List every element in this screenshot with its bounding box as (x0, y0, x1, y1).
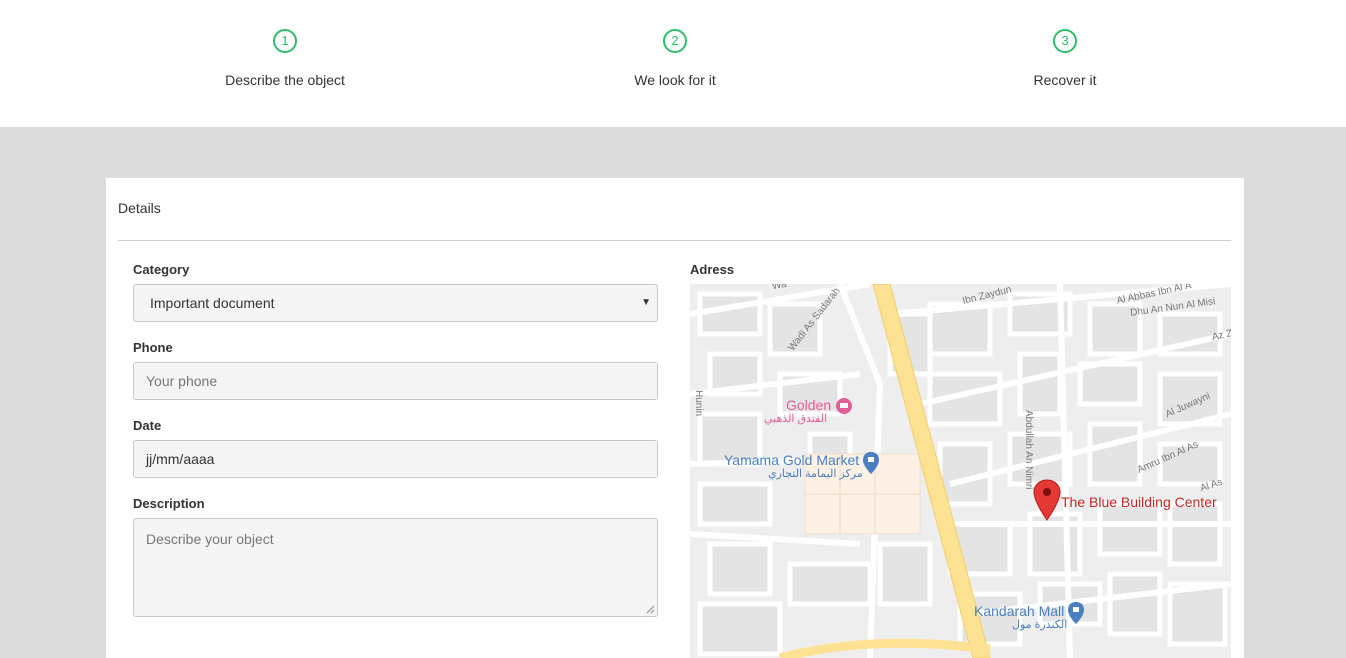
description-placeholder: Describe your object (146, 531, 274, 547)
category-label: Category (133, 262, 190, 277)
step-3-label: Recover it (1033, 72, 1097, 88)
step-1: 1 Describe the object (185, 29, 385, 88)
address-map[interactable]: Golden الفندق الذهبي Yamama Gold Market … (690, 284, 1231, 658)
date-value: jj/mm/aaaa (146, 451, 215, 467)
resize-grip-icon[interactable] (646, 605, 655, 614)
step-1-number: 1 (273, 29, 297, 53)
details-title: Details (118, 200, 161, 216)
steps-header: 1 Describe the object 2 We look for it 3… (0, 0, 1346, 127)
date-label: Date (133, 418, 162, 433)
poi-kandarah-ar: الكندرة مول (1012, 619, 1068, 631)
description-textarea[interactable]: Describe your object (133, 518, 658, 617)
category-select[interactable]: Important document ▼ (133, 284, 658, 322)
address-label: Adress (690, 262, 735, 277)
step-1-label: Describe the object (225, 72, 345, 88)
step-2: 2 We look for it (575, 29, 775, 88)
poi-yamama-ar: مركز اليمامة التجاري (768, 468, 863, 480)
street-abdullah: Abdullah An Nimri (1023, 410, 1034, 490)
phone-placeholder: Your phone (146, 373, 218, 389)
details-divider (118, 240, 1231, 241)
step-2-number: 2 (663, 29, 687, 53)
phone-input[interactable]: Your phone (133, 362, 658, 400)
poi-kandarah[interactable]: Kandarah Mall (974, 603, 1064, 619)
marker-label[interactable]: The Blue Building Center (1061, 494, 1217, 510)
street-hunin: Hunin (693, 390, 704, 417)
poi-golden[interactable]: Golden (786, 397, 831, 413)
date-input[interactable]: jj/mm/aaaa (133, 440, 658, 478)
step-2-label: We look for it (634, 72, 716, 88)
poi-golden-ar: الفندق الذهبي (764, 413, 828, 425)
category-selected-value: Important document (150, 295, 275, 311)
golden-hotel-icon (836, 398, 852, 414)
details-card: Details Category Important document ▼ Ph… (106, 178, 1244, 658)
step-3: 3 Recover it (965, 29, 1165, 88)
poi-yamama[interactable]: Yamama Gold Market (724, 452, 859, 468)
chevron-down-icon: ▼ (641, 297, 651, 308)
description-label: Description (133, 496, 205, 511)
phone-label: Phone (133, 340, 173, 355)
step-3-number: 3 (1053, 29, 1077, 53)
